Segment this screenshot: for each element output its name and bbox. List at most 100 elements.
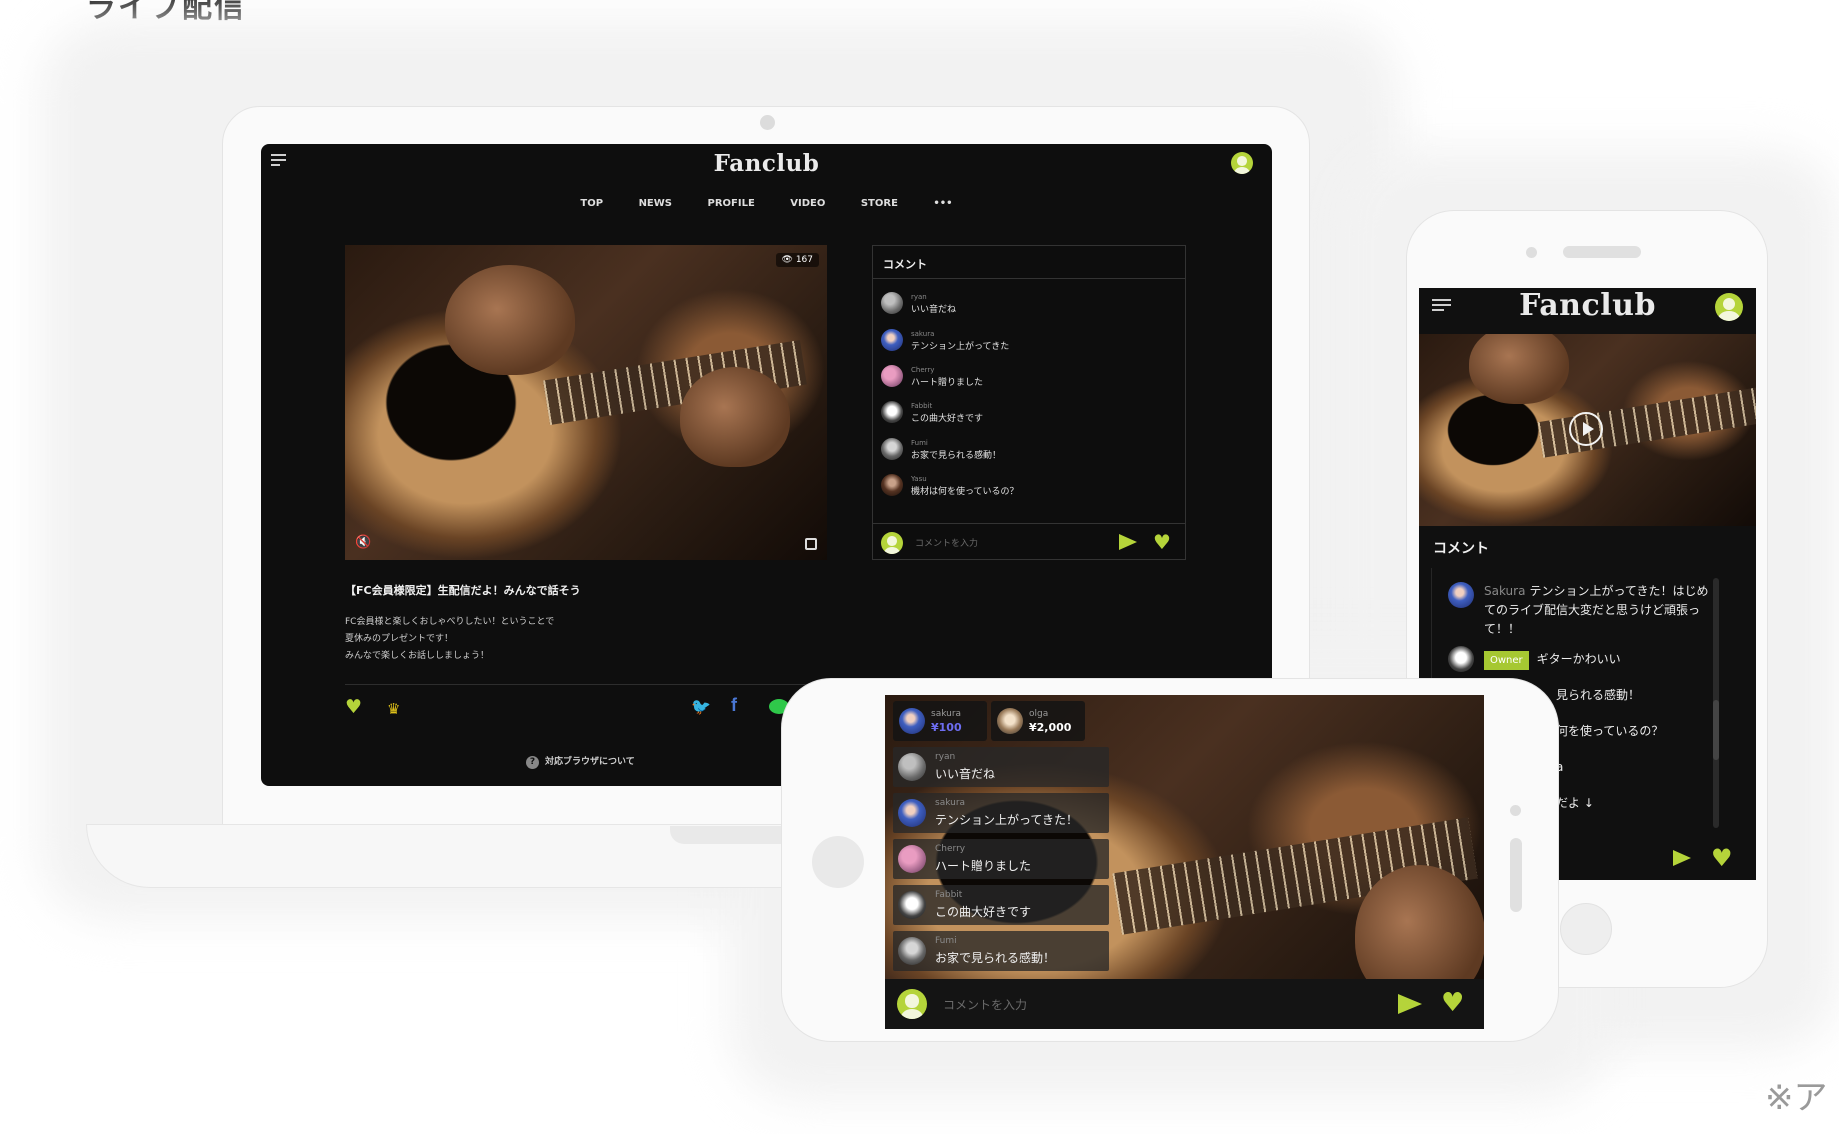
- scrollbar-thumb[interactable]: [1713, 700, 1719, 760]
- browser-help-link[interactable]: ? 対応ブラウザについて: [526, 754, 635, 769]
- brand-logo[interactable]: Fanclub: [1419, 288, 1756, 323]
- nav-video[interactable]: VIDEO: [790, 198, 825, 209]
- user-avatar-icon[interactable]: [1715, 293, 1743, 321]
- comment-item: だよ ↓: [1556, 796, 1594, 810]
- comment-input[interactable]: コメントを入力: [943, 996, 1027, 1013]
- video-fretting-hand: [680, 367, 790, 467]
- commenter-name: Yasu: [911, 475, 927, 483]
- comment-item: Sakura テンション上がってきた！はじめてのライブ配信大変だと思うけど頑張って…: [1484, 582, 1714, 639]
- stream-description-line: FC会員様と楽しくおしゃべりしたい！ということで: [345, 617, 555, 627]
- user-avatar-icon[interactable]: [1231, 152, 1253, 174]
- self-avatar-icon: [881, 532, 903, 554]
- laptop-camera: [760, 115, 775, 130]
- commenter-name: ryan: [935, 752, 956, 762]
- commenter-name: Sakura: [1484, 584, 1526, 598]
- commenter-name: Fumi: [911, 439, 928, 447]
- gifter-avatar: [997, 708, 1023, 734]
- comment-text: 機材は何を使っているの？: [911, 487, 1019, 497]
- comment-input-bar: コメントを入力 ♥: [885, 979, 1484, 1029]
- phone-camera: [1526, 247, 1537, 258]
- landscape-phone-home-button: [812, 836, 864, 888]
- brand-logo[interactable]: Fanclub: [261, 150, 1272, 177]
- stream-title: 【FC会員様限定】生配信だよ！みんなで話そう: [345, 584, 581, 597]
- crown-icon[interactable]: ♛: [387, 700, 400, 718]
- commenter-avatar: [1448, 582, 1474, 608]
- comment-input[interactable]: コメントを入力: [915, 536, 978, 549]
- commenter-name: sakura: [935, 798, 966, 808]
- phone-home-button: [1560, 903, 1612, 955]
- comment-item: 見られる感動！: [1556, 688, 1641, 702]
- send-icon[interactable]: [1119, 534, 1137, 550]
- help-icon: ?: [526, 756, 539, 769]
- nav-top[interactable]: TOP: [580, 198, 603, 209]
- commenter-name: sakura: [911, 330, 935, 338]
- landscape-screen: sakura ¥100 olga ¥2,000 ryan いい音だね sakur…: [885, 695, 1484, 1029]
- comment-text: テンション上がってきた: [911, 342, 1010, 352]
- owner-badge: Owner: [1484, 651, 1529, 670]
- live-video[interactable]: 👁 167 🔇: [345, 245, 827, 560]
- comment-text: ハート贈りました: [935, 859, 1032, 873]
- fullscreen-icon[interactable]: [805, 538, 817, 550]
- commenter-name: Fabbit: [935, 890, 963, 900]
- heart-icon[interactable]: ♥: [1711, 844, 1733, 872]
- send-icon[interactable]: [1673, 850, 1691, 866]
- comment-item: Fabbit この曲大好きです: [893, 885, 1109, 925]
- commenter-avatar: [881, 438, 903, 460]
- comment-item: ryan いい音だね: [893, 747, 1109, 787]
- action-bar: ♥ ♛ 🐦 f: [345, 695, 825, 720]
- heart-icon[interactable]: ♥: [1153, 530, 1171, 554]
- nav-store[interactable]: STORE: [861, 198, 898, 209]
- twitter-icon[interactable]: 🐦: [691, 697, 711, 716]
- commenter-name: Fumi: [935, 936, 957, 946]
- nav-profile[interactable]: PROFILE: [707, 198, 754, 209]
- commenter-avatar: [898, 753, 926, 781]
- comment-text: ギターかわいい: [1536, 652, 1621, 666]
- stream-description: FC会員様と楽しくおしゃべりしたい！ということで 夏休みのプレゼントです！ みん…: [345, 614, 554, 665]
- comment-text: お家で見られる感動！: [911, 451, 1002, 461]
- heart-icon[interactable]: ♥: [345, 696, 362, 718]
- landscape-phone-camera: [1510, 805, 1521, 816]
- comment-text: いい音だね: [911, 305, 957, 315]
- nav-news[interactable]: NEWS: [639, 198, 672, 209]
- play-icon[interactable]: [1569, 412, 1603, 446]
- commenter-avatar: [881, 474, 903, 496]
- comment-panel-title: コメント: [1433, 541, 1489, 557]
- commenter-name: ryan: [911, 293, 927, 301]
- self-avatar-icon: [897, 989, 927, 1019]
- facebook-icon[interactable]: f: [731, 695, 737, 716]
- comment-panel: コメント ryan いい音だね sakura テンション上がってきた Cherr…: [872, 245, 1186, 560]
- commenter-name: Cherry: [911, 366, 935, 374]
- comment-text: お家で見られる感動！: [935, 951, 1056, 965]
- gift-amount: ¥100: [931, 721, 962, 734]
- view-count-badge: 👁 167: [775, 253, 819, 267]
- divider: [345, 684, 825, 685]
- commenter-avatar: [898, 937, 926, 965]
- commenter-avatar: [1448, 646, 1474, 672]
- video-strumming-hand: [445, 265, 575, 375]
- comment-item: Fumi お家で見られる感動！: [893, 931, 1109, 971]
- comment-text: テンション上がってきた！: [935, 813, 1079, 827]
- mute-icon[interactable]: 🔇: [355, 535, 371, 550]
- heart-icon[interactable]: ♥: [1441, 988, 1464, 1018]
- commenter-name: Fabbit: [911, 402, 933, 410]
- comment-text: ハート贈りました: [911, 378, 984, 388]
- comment-item: sakura テンション上がってきた！: [893, 793, 1109, 833]
- stream-description-line: みんなで楽しくお話ししましょう！: [345, 651, 490, 661]
- commenter-avatar: [881, 329, 903, 351]
- send-icon[interactable]: [1398, 994, 1422, 1014]
- comment-panel-title: コメント: [873, 246, 1185, 279]
- comment-text: この曲大好きです: [935, 905, 1032, 919]
- comment-item: 何を使っているの？: [1556, 724, 1664, 738]
- main-nav: TOP NEWS PROFILE VIDEO STORE •••: [261, 198, 1272, 209]
- comment-item: Cherry ハート贈りました: [893, 839, 1109, 879]
- landscape-phone-speaker: [1510, 838, 1522, 912]
- live-video[interactable]: [1419, 334, 1756, 526]
- commenter-avatar: [881, 401, 903, 423]
- nav-more[interactable]: •••: [933, 198, 952, 209]
- stream-description-line: 夏休みのプレゼントです！: [345, 634, 454, 644]
- comment-text: この曲大好きです: [911, 414, 984, 424]
- commenter-avatar: [881, 292, 903, 314]
- gift-badge: sakura ¥100: [893, 701, 987, 741]
- commenter-avatar: [898, 891, 926, 919]
- commenter-avatar: [898, 799, 926, 827]
